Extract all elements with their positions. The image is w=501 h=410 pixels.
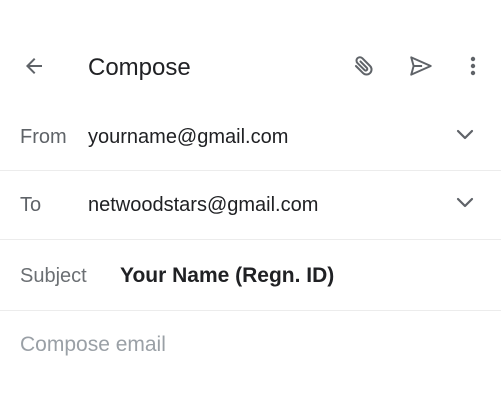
to-row: To netwoodstars@gmail.com <box>0 171 501 240</box>
send-icon <box>408 53 434 84</box>
paperclip-icon <box>349 52 377 85</box>
subject-row: Subject Your Name (Regn. ID) <box>0 240 501 311</box>
compose-screen: Compose From yourname@gmail.com To netwo… <box>0 0 501 410</box>
chevron-down-icon <box>456 196 474 214</box>
arrow-back-icon <box>22 54 46 83</box>
from-label: From <box>20 126 67 148</box>
from-field[interactable]: yourname@gmail.com <box>88 125 288 149</box>
to-label: To <box>20 194 42 216</box>
subject-label: Subject <box>20 265 87 287</box>
to-dropdown-button[interactable] <box>452 192 478 218</box>
chevron-down-icon <box>456 128 474 146</box>
from-row: From yourname@gmail.com <box>0 104 501 171</box>
app-bar: Compose <box>0 38 501 98</box>
subject-input[interactable]: Your Name (Regn. ID) <box>120 264 334 288</box>
to-field[interactable]: netwoodstars@gmail.com <box>88 193 318 217</box>
back-button[interactable] <box>16 50 52 86</box>
compose-email-body[interactable]: Compose email <box>20 332 480 392</box>
more-vertical-icon <box>469 54 477 83</box>
attach-button[interactable] <box>345 50 381 86</box>
send-button[interactable] <box>403 50 439 86</box>
more-options-button[interactable] <box>458 50 488 86</box>
from-dropdown-button[interactable] <box>452 124 478 150</box>
page-title: Compose <box>88 54 191 81</box>
